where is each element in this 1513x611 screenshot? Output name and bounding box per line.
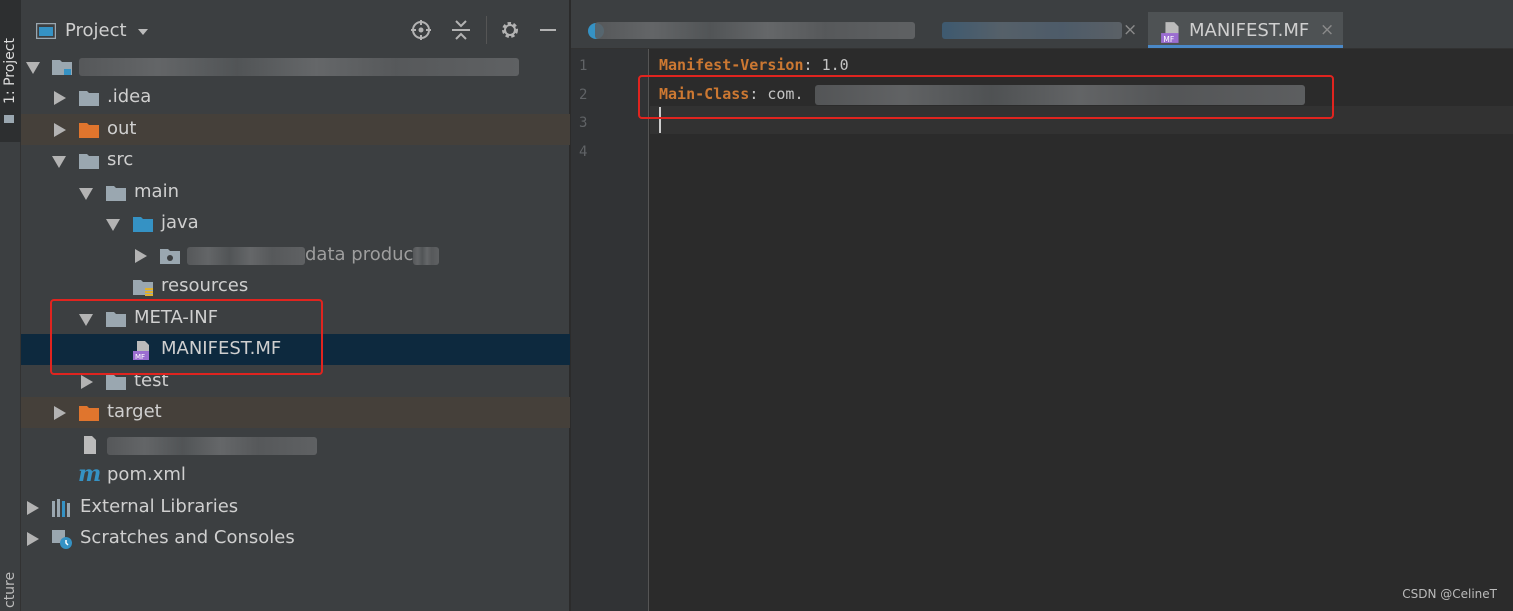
library-icon (52, 499, 70, 517)
tool-window-strip: 1: Project cture (0, 0, 21, 611)
tree-item-java[interactable]: java (21, 208, 570, 239)
line-number: 3 (579, 115, 588, 131)
file-icon (84, 436, 96, 454)
tree-item-target[interactable]: target (21, 397, 570, 428)
tree-item-label: data produc (305, 244, 414, 265)
line-number: 4 (579, 144, 588, 160)
tree-item-src[interactable]: src (21, 145, 570, 176)
project-panel-header: Project (21, 12, 570, 49)
manifest-value: 1.0 (821, 56, 849, 74)
highlight-box-meta-inf (50, 299, 323, 375)
minimize-icon[interactable] (537, 19, 559, 41)
tree-item-label: out (107, 118, 137, 139)
tree-item-label: src (107, 149, 134, 170)
svg-text:MF: MF (1163, 35, 1174, 43)
project-window-icon (36, 23, 56, 39)
tree-item-label: java (161, 212, 199, 233)
excluded-folder-icon (79, 406, 99, 421)
tree-item-resources[interactable]: resources (21, 271, 570, 302)
redacted-package-suffix (413, 247, 439, 265)
tree-item-label: Scratches and Consoles (80, 527, 295, 548)
highlight-box-main-class (638, 75, 1334, 119)
redacted-file-name (107, 437, 317, 455)
crosshair-icon[interactable] (410, 19, 432, 41)
project-tool-tab[interactable]: 1: Project (0, 0, 21, 142)
tree-item-label: main (134, 181, 179, 202)
structure-tool-tab-label: cture (2, 571, 18, 608)
source-folder-icon (133, 217, 153, 232)
editor-top-edge (571, 0, 1513, 12)
tree-item-label: target (107, 401, 162, 422)
tree-item-project-root[interactable] (21, 51, 570, 82)
gear-icon[interactable] (499, 19, 521, 41)
folder-icon (79, 91, 99, 106)
manifest-file-icon: MF (1161, 22, 1179, 43)
structure-tool-tab[interactable]: cture (0, 560, 21, 611)
manifest-separator: : (803, 56, 822, 74)
tree-item-package[interactable]: data produc (21, 240, 570, 271)
folder-icon (106, 375, 126, 390)
scratches-icon (52, 530, 72, 549)
maven-icon: m (78, 461, 102, 487)
chevron-down-icon[interactable] (138, 29, 148, 35)
editor-tab-label: MANIFEST.MF (1189, 20, 1310, 41)
project-tool-tab-label: 1: Project (2, 38, 18, 104)
editor-area: × MF MANIFEST.MF × 1 2 3 4 Manifest-Vers… (571, 0, 1513, 611)
folder-icon (106, 186, 126, 201)
project-view-selector[interactable]: Project (65, 20, 127, 41)
close-icon[interactable]: × (1123, 20, 1137, 40)
tree-item-file[interactable] (21, 429, 570, 460)
collapse-all-icon[interactable] (450, 19, 472, 41)
tree-item-label: External Libraries (80, 496, 239, 517)
redacted-package-name (187, 247, 305, 265)
excluded-folder-icon (79, 123, 99, 138)
line-number: 1 (579, 58, 588, 74)
toolbar-divider (486, 16, 487, 44)
line-number-gutter: 1 2 3 4 (571, 49, 649, 611)
tree-item-label: .idea (107, 86, 152, 107)
redacted-tab-name (595, 22, 915, 39)
folder-icon (79, 154, 99, 169)
tree-item-idea[interactable]: .idea (21, 82, 570, 113)
resources-folder-icon (133, 280, 153, 296)
package-icon (160, 249, 180, 264)
tree-item-out[interactable]: out (21, 114, 570, 145)
close-icon[interactable]: × (1320, 20, 1334, 40)
tree-item-external-libraries[interactable]: External Libraries (21, 492, 570, 523)
watermark: CSDN @CelineT (1402, 587, 1497, 601)
tree-item-main[interactable]: main (21, 177, 570, 208)
tree-item-label: resources (161, 275, 249, 296)
manifest-key: Manifest-Version (659, 56, 804, 74)
folder-icon (4, 115, 14, 123)
redacted-tab-name (942, 22, 1122, 39)
editor-tab-manifest[interactable]: MF MANIFEST.MF × (1148, 12, 1343, 48)
redacted-project-name (79, 58, 519, 76)
project-panel: Project .idea out src main java data pro… (21, 0, 570, 611)
tree-item-label: pom.xml (107, 464, 186, 485)
module-folder-icon (52, 60, 72, 75)
line-number: 2 (579, 87, 588, 103)
editor-tab-redacted-1[interactable] (581, 12, 936, 48)
tree-item-scratches[interactable]: Scratches and Consoles (21, 523, 570, 554)
editor-tab-bar: × MF MANIFEST.MF × (571, 12, 1513, 49)
tree-item-pom[interactable]: m pom.xml (21, 460, 570, 491)
editor-tab-redacted-2[interactable]: × (936, 12, 1146, 48)
